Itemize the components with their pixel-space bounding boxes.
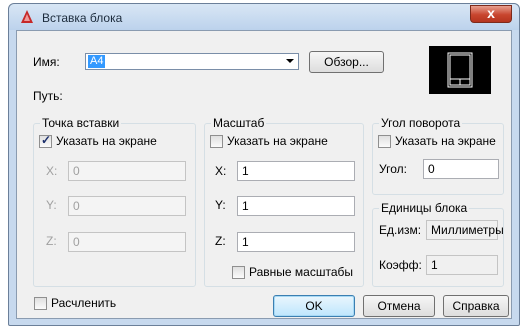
path-label: Путь: [33,89,63,103]
insertion-y-label: Y: [46,198,57,212]
insertion-point-group: Точка вставки Указать на экране X: 0 Y: … [33,116,196,287]
close-button[interactable]: x [470,5,512,23]
block-unit-value: Миллиметры [426,220,504,240]
rotation-group: Угол поворота Указать на экране Угол: 0 [372,116,504,195]
title-bar[interactable]: Вставка блока x [9,4,519,30]
insertion-y-field[interactable]: 0 [68,196,186,216]
insertion-x-label: X: [46,164,58,178]
scale-title: Масштаб [211,116,267,130]
block-factor-value: 1 [426,255,498,275]
scale-z-field[interactable]: 1 [237,232,355,252]
dialog-body: Имя: A4 Обзор... Путь: Точка вставки Ука… [16,30,512,319]
ok-button[interactable]: OK [273,295,355,317]
scale-z-label: Z: [215,234,226,248]
block-preview-icon [447,52,473,88]
insertion-z-label: Z: [46,234,57,248]
block-preview [429,46,491,94]
scale-x-field[interactable]: 1 [237,161,355,181]
uniform-scale-checkbox[interactable] [232,266,245,279]
help-button[interactable]: Справка [443,295,509,317]
block-name-value: A4 [88,55,106,68]
scale-group: Масштаб Указать на экране X: 1 Y: 1 Z: 1… [204,116,364,287]
chevron-down-icon[interactable] [286,59,294,63]
scale-y-label: Y: [215,198,226,212]
explode-label: Расчленить [51,296,117,310]
block-name-combobox[interactable]: A4 [85,53,299,70]
rotation-angle-field[interactable]: 0 [423,159,499,179]
window-title: Вставка блока [42,11,123,25]
rotation-title: Угол поворота [379,116,463,130]
insertion-z-field[interactable]: 0 [68,232,186,252]
name-label: Имя: [33,55,60,69]
browse-button[interactable]: Обзор... [309,51,384,73]
rotation-specify-checkbox[interactable] [378,135,391,148]
rotation-angle-label: Угол: [379,162,407,176]
insert-block-dialog: Вставка блока x Имя: A4 Обзор... Путь: Т… [8,3,520,326]
block-factor-label: Коэфф: [379,258,422,272]
cancel-button[interactable]: Отмена [363,295,435,317]
block-units-title: Единицы блока [379,201,470,215]
scale-specify-label: Указать на экране [227,134,328,148]
scale-x-label: X: [215,164,227,178]
uniform-scale-label: Равные масштабы [249,265,353,279]
scale-y-field[interactable]: 1 [237,196,355,216]
scale-specify-checkbox[interactable] [210,135,223,148]
insertion-point-title: Точка вставки [40,116,122,130]
block-units-group: Единицы блока Ед.изм: Миллиметры Коэфф: … [372,201,504,287]
insertion-specify-checkbox[interactable] [39,133,52,148]
insertion-specify-label: Указать на экране [56,134,157,148]
close-icon: x [487,5,495,21]
block-unit-label: Ед.изм: [379,223,422,237]
explode-checkbox[interactable] [34,297,47,310]
autocad-app-icon [21,10,33,23]
insertion-x-field[interactable]: 0 [68,161,186,181]
rotation-specify-label: Указать на экране [395,134,496,148]
